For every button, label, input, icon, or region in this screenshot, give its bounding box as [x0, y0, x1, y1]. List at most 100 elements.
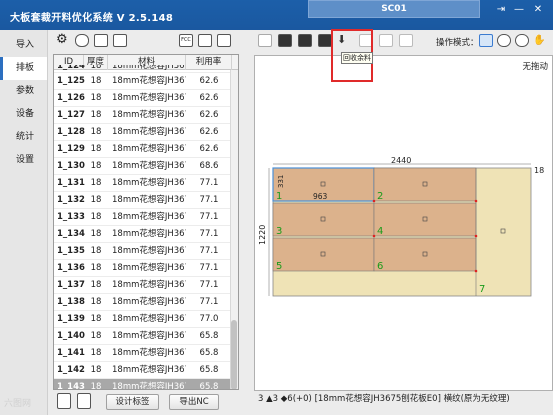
printer-icon[interactable] [57, 393, 71, 409]
list-footer: 设计标签 导出NC [48, 392, 244, 415]
table-row[interactable]: 1_129 18 18mm花想容JH3675... 62.6 [54, 141, 232, 158]
print-label-icon[interactable] [77, 393, 91, 409]
cell-material: 18mm花想容JH3675... [112, 212, 186, 222]
part-number-2: 2 [377, 191, 383, 202]
export-nc-button[interactable]: 导出NC [169, 394, 219, 410]
download-icon[interactable] [198, 34, 212, 47]
cell-material: 18mm花想容JH3675... [112, 314, 186, 324]
disabled-tool-icon-3 [399, 34, 413, 47]
cut-marker [474, 199, 478, 203]
table-row[interactable]: 1_124 18 18mm花想容JH3675... [54, 65, 232, 73]
print-preview-icon[interactable] [113, 34, 127, 47]
design-label-button[interactable]: 设计标签 [106, 394, 159, 410]
table-row[interactable]: 1_136 18 18mm花想容JH3675... 77.1 [54, 260, 232, 277]
table-row[interactable]: 1_130 18 18mm花想容JH3675... 68.6 [54, 158, 232, 175]
cell-thickness: 18 [90, 280, 102, 290]
nav-item-params[interactable]: 参数 [0, 80, 47, 103]
cell-id: 1_143 [57, 382, 85, 390]
table-row[interactable]: 1_125 18 18mm花想容JH3675... 62.6 [54, 73, 232, 90]
table-row[interactable]: 1_139 18 18mm花想容JH3675... 77.0 [54, 311, 232, 328]
cell-id: 1_130 [57, 161, 85, 171]
nav-item-settings[interactable]: 设置 [0, 149, 47, 172]
table-row[interactable]: 1_126 18 18mm花想容JH3675... 62.6 [54, 90, 232, 107]
table-row[interactable]: 1_142 18 18mm花想容JH3675... 65.8 [54, 362, 232, 379]
nav-item-device[interactable]: 设备 [0, 103, 47, 126]
app-title: 大板套裁开料优化系统 V 2.5.148 [10, 13, 174, 24]
scrollbar-thumb[interactable] [231, 320, 237, 389]
cell-material: 18mm花想容JH3675... [112, 229, 186, 239]
cell-id: 1_137 [57, 280, 85, 290]
sheet-table: ID 厚度 材料 利用率 1_124 18 18mm花想容JH3675... 1… [53, 54, 239, 390]
table-scrollbar[interactable] [230, 70, 238, 389]
nav-item-import[interactable]: 导入 [0, 34, 47, 57]
cell-rate: 62.6 [199, 144, 219, 154]
table-row[interactable]: 1_128 18 18mm花想容JH3675... 62.6 [54, 124, 232, 141]
cut-marker [474, 269, 478, 273]
merge-icon[interactable] [318, 34, 332, 47]
table-row[interactable]: 1_135 18 18mm花想容JH3675... 77.1 [54, 243, 232, 260]
cell-id: 1_131 [57, 178, 85, 188]
part-4 [373, 202, 477, 237]
table-row[interactable]: 1_140 18 18mm花想容JH3675... 65.8 [54, 328, 232, 345]
cell-id: 1_133 [57, 212, 85, 222]
part-number-4: 4 [377, 226, 383, 237]
save-icon[interactable] [258, 34, 272, 47]
image-icon[interactable] [94, 34, 108, 47]
status-bar: 3 ▲3 ◆6(+0) [18mm花想容JH3675刨花板E0] 横纹(原为无纹… [258, 394, 510, 404]
part-height-label: 331 [277, 175, 285, 188]
part-5 [272, 237, 375, 272]
cell-material: 18mm花想容JH3675... [112, 331, 186, 341]
close-icon[interactable]: ✕ [530, 3, 546, 16]
cell-id: 1_125 [57, 76, 85, 86]
export-icon[interactable]: ⇥ [493, 3, 509, 16]
board-drawing: 2440 1220 18 331 963 1 2 3 4 5 6 7 [258, 156, 544, 297]
refresh-icon[interactable] [515, 34, 529, 47]
table-row[interactable]: 1_131 18 18mm花想容JH3675... 77.1 [54, 175, 232, 192]
hand-icon[interactable]: ✋ [533, 34, 547, 47]
cell-thickness: 18 [90, 110, 102, 120]
cell-id: 1_129 [57, 144, 85, 154]
side-nav: 导入 排板 参数 设备 统计 设置 [0, 30, 48, 415]
cell-thickness: 18 [90, 348, 102, 358]
part-3 [272, 202, 375, 237]
cell-thickness: 18 [90, 297, 102, 307]
disabled-tool-icon-2 [379, 34, 393, 47]
layout-canvas[interactable]: 无拖动 2440 1220 18 331 963 1 2 3 4 5 6 7 [254, 55, 553, 391]
cell-id: 1_138 [57, 297, 85, 307]
rotate-icon[interactable] [497, 34, 511, 47]
nav-item-stats[interactable]: 统计 [0, 126, 47, 149]
canvas-toolbar: ⬇ 操作模式： ✋ [248, 30, 553, 52]
minimize-icon[interactable]: — [511, 3, 527, 16]
table-row[interactable]: 1_143 18 18mm花想容JH3675... 65.8 [54, 379, 232, 390]
cell-id: 1_127 [57, 110, 85, 120]
cell-material: 18mm花想容JH3675... [112, 76, 186, 86]
board-height-label: 1220 [258, 225, 267, 245]
cell-thickness: 18 [90, 331, 102, 341]
table-row[interactable]: 1_138 18 18mm花想容JH3675... 77.1 [54, 294, 232, 311]
cut-marker [372, 199, 376, 203]
fcc-icon[interactable]: FCC [179, 34, 193, 47]
link-icon[interactable] [75, 34, 89, 47]
table-row[interactable]: 1_133 18 18mm花想容JH3675... 77.1 [54, 209, 232, 226]
tooltip: 回收余料 [341, 52, 373, 64]
cell-id: 1_128 [57, 127, 85, 137]
gear-icon[interactable]: ⚙ [56, 33, 68, 47]
table-row[interactable]: 1_132 18 18mm花想容JH3675... 77.1 [54, 192, 232, 209]
cell-id: 1_136 [57, 263, 85, 273]
add-icon[interactable] [278, 34, 292, 47]
cell-rate: 77.1 [199, 178, 219, 188]
table-row[interactable]: 1_134 18 18mm花想容JH3675... 77.1 [54, 226, 232, 243]
cell-material: 18mm花想容JH3675... [112, 348, 186, 358]
cell-thickness: 18 [90, 229, 102, 239]
table-row[interactable]: 1_127 18 18mm花想容JH3675... 62.6 [54, 107, 232, 124]
board-width-label: 2440 [391, 156, 411, 165]
select-mode-icon[interactable] [479, 34, 493, 47]
cell-material: 18mm花想容JH3675... [112, 144, 186, 154]
table-row[interactable]: 1_137 18 18mm花想容JH3675... 77.1 [54, 277, 232, 294]
upload-icon[interactable] [217, 34, 231, 47]
cell-rate: 68.6 [199, 161, 219, 171]
remove-icon[interactable] [298, 34, 312, 47]
table-row[interactable]: 1_141 18 18mm花想容JH3675... 65.8 [54, 345, 232, 362]
nav-item-layout[interactable]: 排板 [0, 57, 47, 80]
cell-material: 18mm花想容JH3675... [112, 178, 186, 188]
